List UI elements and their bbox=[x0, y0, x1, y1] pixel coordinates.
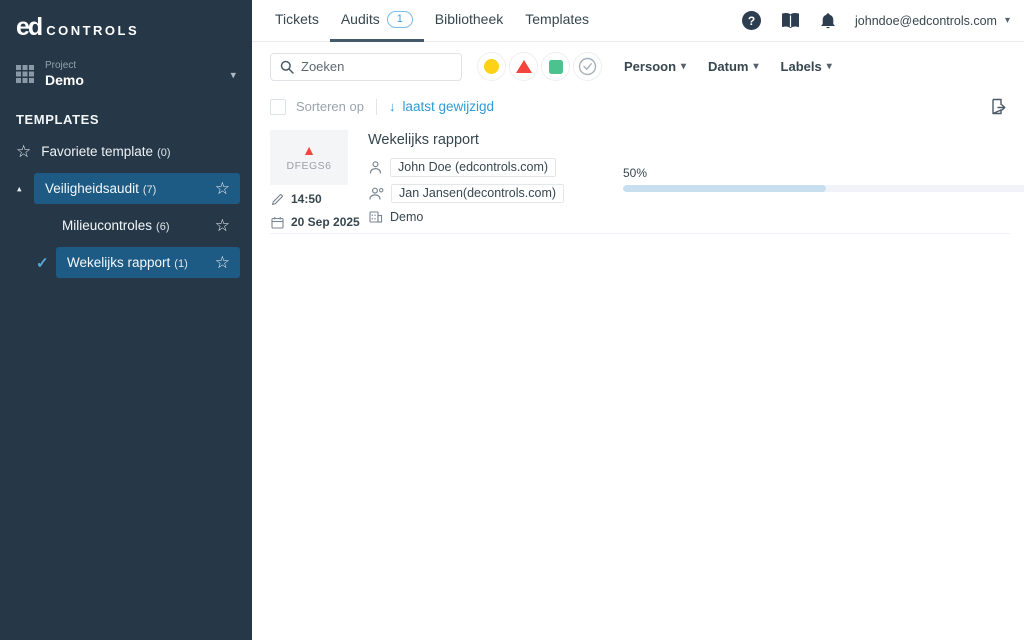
search-icon bbox=[280, 60, 294, 74]
audit-details: Wekelijks rapport John Doe (edcontrols.c… bbox=[368, 132, 564, 231]
responsible-chip: John Doe (edcontrols.com) bbox=[390, 158, 556, 177]
red-triangle-icon bbox=[516, 60, 532, 73]
chevron-down-icon: ▾ bbox=[681, 61, 686, 72]
export-icon[interactable] bbox=[989, 97, 1008, 116]
status-filter-rejected-button[interactable] bbox=[509, 52, 538, 81]
account-email: johndoe@edcontrols.com bbox=[855, 14, 997, 28]
divider bbox=[376, 99, 377, 115]
top-navigation: Tickets Audits 1 Bibliotheek Templates ? bbox=[252, 0, 1024, 42]
building-icon bbox=[368, 210, 383, 224]
sidebar-row-veiligheidsaudit: ▴ Veiligheidsaudit(7) ☆ bbox=[0, 173, 252, 204]
sort-bar: Sorteren op ↓ laatst gewijzigd bbox=[252, 87, 1024, 124]
sidebar-item-label: Favoriete template(0) bbox=[41, 144, 170, 159]
chevron-down-icon: ▾ bbox=[1005, 15, 1010, 26]
yellow-circle-icon bbox=[484, 59, 499, 74]
audits-count-badge: 1 bbox=[387, 11, 413, 28]
status-filter-approved-button[interactable] bbox=[541, 52, 570, 81]
status-filters bbox=[477, 52, 602, 81]
date-filter-dropdown[interactable]: Datum ▾ bbox=[708, 59, 758, 74]
progress-bar-fill bbox=[623, 185, 826, 192]
app-window: ed CONTROLS Project Demo ▾ TEMPLATES bbox=[0, 0, 1024, 640]
check-circle-icon bbox=[578, 57, 597, 76]
calendar-icon bbox=[271, 216, 284, 229]
filter-bar: Persoon ▾ Datum ▾ Labels ▾ bbox=[252, 42, 1024, 87]
sidebar: ed CONTROLS Project Demo ▾ TEMPLATES bbox=[0, 0, 252, 640]
sidebar-item-veiligheidsaudit[interactable]: Veiligheidsaudit(7) ☆ bbox=[34, 173, 240, 204]
status-filter-pending-button[interactable] bbox=[477, 52, 506, 81]
select-all-checkbox[interactable] bbox=[270, 99, 286, 115]
sidebar-item-wekelijks-rapport[interactable]: Wekelijks rapport(1) ☆ bbox=[56, 247, 240, 278]
progress-percent-label: 50% bbox=[623, 166, 1024, 180]
tab-bibliotheek[interactable]: Bibliotheek bbox=[424, 0, 515, 42]
red-triangle-icon: ▲ bbox=[302, 143, 316, 157]
sort-direction-icon[interactable]: ↓ bbox=[389, 99, 396, 114]
audit-list-item[interactable]: ▲ DFEGS6 14:50 bbox=[270, 130, 1010, 234]
book-icon[interactable] bbox=[780, 13, 801, 29]
sidebar-item-label: Wekelijks rapport(1) bbox=[67, 255, 215, 270]
person-icon bbox=[368, 160, 383, 175]
chevron-down-icon: ▾ bbox=[754, 61, 759, 72]
person-deputy-icon bbox=[368, 186, 384, 201]
project-name: Demo bbox=[45, 72, 84, 88]
progress-bar bbox=[623, 185, 1024, 192]
star-icon: ☆ bbox=[16, 143, 31, 160]
templates-section-title: TEMPLATES bbox=[0, 98, 252, 137]
audit-code: DFEGS6 bbox=[286, 160, 331, 172]
tab-audits[interactable]: Audits 1 bbox=[330, 0, 424, 42]
tab-templates[interactable]: Templates bbox=[514, 0, 600, 42]
check-icon: ✓ bbox=[36, 254, 49, 272]
audit-title: Wekelijks rapport bbox=[368, 132, 564, 148]
audit-time: 14:50 bbox=[271, 192, 322, 206]
sidebar-item-label: Veiligheidsaudit(7) bbox=[45, 181, 215, 196]
project-row-card: Demo bbox=[368, 210, 564, 224]
chevron-down-icon: ▾ bbox=[827, 61, 832, 72]
project-selector[interactable]: Project Demo ▾ bbox=[0, 52, 252, 98]
account-menu[interactable]: johndoe@edcontrols.com ▾ bbox=[855, 14, 1010, 28]
sort-value-link[interactable]: laatst gewijzigd bbox=[402, 99, 494, 114]
edcontrols-logo: ed CONTROLS bbox=[0, 0, 252, 52]
star-icon[interactable]: ☆ bbox=[215, 254, 230, 271]
audit-date: 20 Sep 2025 bbox=[271, 215, 360, 229]
status-filter-done-button[interactable] bbox=[573, 52, 602, 81]
project-info: Project Demo bbox=[45, 60, 84, 88]
sidebar-item-favorite-templates[interactable]: ☆ Favoriete template(0) bbox=[0, 137, 252, 167]
bell-icon[interactable] bbox=[820, 12, 836, 30]
sidebar-item-milieucontroles[interactable]: Milieucontroles(6) ☆ bbox=[0, 210, 252, 241]
green-square-icon bbox=[549, 60, 563, 74]
project-grid-icon bbox=[16, 65, 34, 83]
logo-ed-text: ed bbox=[16, 13, 41, 42]
star-icon[interactable]: ☆ bbox=[215, 180, 230, 197]
audit-progress: 50% bbox=[623, 166, 1024, 192]
labels-filter-dropdown[interactable]: Labels ▾ bbox=[781, 59, 832, 74]
consulted-row: Jan Jansen(decontrols.com) bbox=[368, 184, 564, 203]
sidebar-row-wekelijks-rapport: ✓ Wekelijks rapport(1) ☆ bbox=[0, 247, 252, 278]
star-icon[interactable]: ☆ bbox=[215, 217, 230, 234]
nav-right-actions: ? johndoe@edcontrols.com ▾ bbox=[742, 11, 1010, 30]
search-box bbox=[270, 53, 462, 81]
collapse-arrow-icon[interactable]: ▴ bbox=[17, 183, 22, 194]
logo-controls-text: CONTROLS bbox=[46, 23, 139, 38]
chevron-down-icon[interactable]: ▾ bbox=[230, 69, 236, 82]
help-icon[interactable]: ? bbox=[742, 11, 761, 30]
audit-project-name: Demo bbox=[390, 210, 423, 224]
tab-tickets[interactable]: Tickets bbox=[264, 0, 330, 42]
consulted-chip: Jan Jansen(decontrols.com) bbox=[391, 184, 564, 203]
responsible-row: John Doe (edcontrols.com) bbox=[368, 158, 564, 177]
sidebar-item-label: Milieucontroles(6) bbox=[62, 218, 215, 233]
project-label: Project bbox=[45, 60, 84, 71]
sort-label: Sorteren op bbox=[296, 99, 364, 114]
search-input[interactable] bbox=[301, 59, 452, 74]
pencil-icon bbox=[271, 193, 284, 206]
main-content: Tickets Audits 1 Bibliotheek Templates ? bbox=[252, 0, 1024, 640]
person-filter-dropdown[interactable]: Persoon ▾ bbox=[624, 59, 686, 74]
audit-thumbnail[interactable]: ▲ DFEGS6 bbox=[270, 130, 348, 185]
